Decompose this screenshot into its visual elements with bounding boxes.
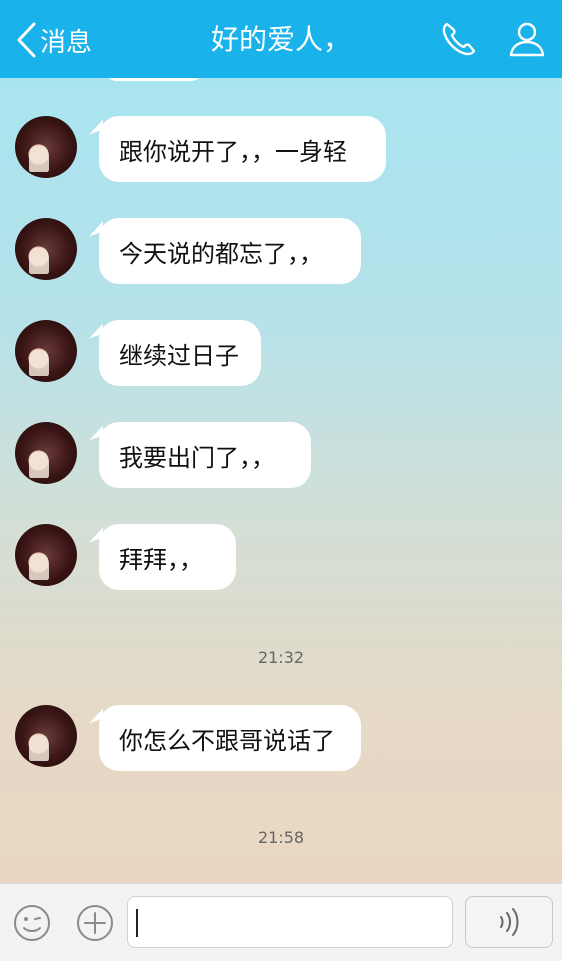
phone-icon[interactable] (439, 19, 479, 59)
text-caret (136, 909, 138, 937)
timestamp: 21:58 (257, 828, 305, 847)
input-bar (0, 883, 562, 961)
chat-header: 消息 好的爱人， (0, 0, 562, 78)
message-bubble[interactable]: 你怎么不跟哥说话了 (99, 705, 361, 771)
message-input[interactable] (127, 896, 453, 948)
contact-avatar[interactable] (15, 116, 77, 178)
contact-avatar[interactable] (15, 218, 77, 280)
voice-icon (500, 908, 519, 936)
user-icon[interactable] (507, 19, 547, 59)
message-bubble[interactable]: 今天说的都忘了，， (99, 218, 361, 284)
contact-avatar[interactable] (15, 320, 77, 382)
message-bubble[interactable]: 跟你说开了，，一身轻 (99, 116, 386, 182)
chat-area[interactable]: 跟你说开了，，一身轻 今天说的都忘了，， 继续过日子 我要出门了，， 拜拜，， … (0, 78, 562, 883)
contact-avatar[interactable] (15, 524, 77, 586)
message-bubble[interactable]: 继续过日子 (99, 320, 261, 386)
message-bubble[interactable]: 拜拜，， (99, 524, 236, 590)
message-bubble[interactable]: 我要出门了，， (99, 422, 311, 488)
plus-icon[interactable] (75, 903, 115, 943)
emoji-icon[interactable] (12, 903, 52, 943)
contact-avatar[interactable] (15, 422, 77, 484)
voice-button[interactable] (465, 896, 553, 948)
message-bubble-partial (104, 78, 204, 81)
timestamp: 21:32 (257, 648, 305, 667)
contact-avatar[interactable] (15, 705, 77, 767)
